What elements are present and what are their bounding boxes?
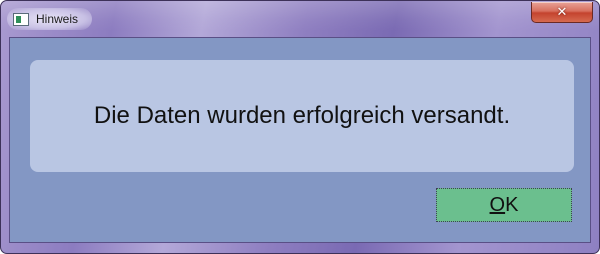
close-icon: ✕ bbox=[556, 4, 568, 20]
ok-button-mnemonic: O bbox=[489, 193, 506, 216]
ok-button-label-rest: K bbox=[505, 193, 519, 216]
ok-button[interactable]: OK bbox=[436, 188, 572, 222]
window-title: Hinweis bbox=[36, 12, 79, 26]
ok-button-label: OK bbox=[490, 194, 519, 217]
message-text: Die Daten wurden erfolgreich versandt. bbox=[93, 102, 511, 129]
dialog-window: Hinweis ✕ Die Daten wurden erfolgreich v… bbox=[0, 0, 600, 254]
title-group: Hinweis bbox=[7, 8, 93, 30]
message-panel: Die Daten wurden erfolgreich versandt. bbox=[30, 60, 574, 172]
title-bar[interactable]: Hinweis ✕ bbox=[1, 1, 599, 37]
window-app-icon bbox=[13, 12, 29, 26]
close-button[interactable]: ✕ bbox=[531, 2, 593, 23]
dialog-body: Die Daten wurden erfolgreich versandt. O… bbox=[9, 37, 591, 243]
